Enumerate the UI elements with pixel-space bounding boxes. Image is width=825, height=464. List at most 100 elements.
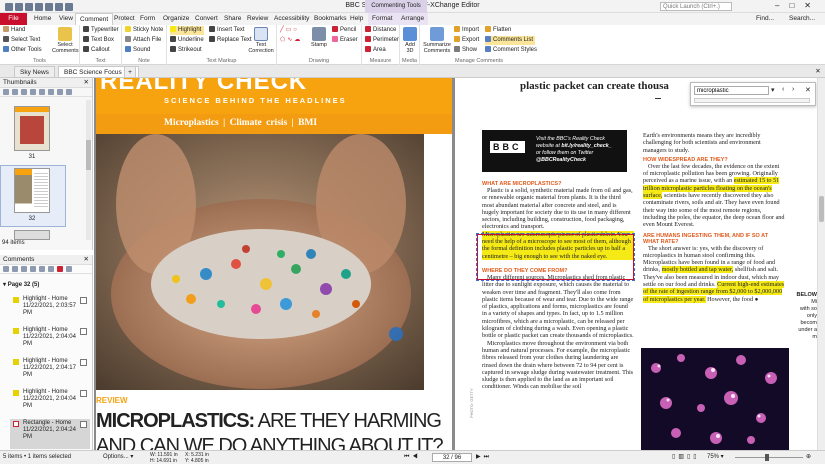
comments-list-button[interactable]: Comments List	[485, 36, 536, 45]
comment-item-1[interactable]: Highlight - Home 11/22/2021, 2:03:57 PM	[10, 295, 90, 325]
hand-tool[interactable]: Hand	[3, 26, 25, 35]
tab-help[interactable]: Help	[346, 13, 367, 25]
thumbnail-page-32[interactable]	[14, 168, 50, 213]
highlight-tool[interactable]: Highlight	[170, 26, 205, 35]
typewriter-tool[interactable]: Typewriter	[83, 26, 119, 35]
callout-tool[interactable]: Callout	[83, 46, 110, 55]
vertical-scrollbar[interactable]	[817, 78, 825, 450]
tab-home[interactable]: Home	[30, 13, 55, 25]
selection-frame[interactable]	[476, 233, 635, 281]
shape-tools-row2[interactable]: ⬠∿☁	[280, 36, 302, 45]
maximize-icon[interactable]: □	[789, 1, 804, 10]
text-box-tool[interactable]: Text Box	[83, 36, 114, 45]
tab-review[interactable]: Review	[243, 13, 272, 25]
tab-organize[interactable]: Organize	[159, 13, 193, 25]
document-view[interactable]: REALITY CHECK SCIENCE BEHIND THE HEADLIN…	[94, 78, 817, 450]
zoom-select[interactable]: 75% ▾	[707, 451, 724, 464]
quick-launch-input[interactable]: Quick Launch (Ctrl+.)	[660, 2, 732, 11]
comment-styles-button[interactable]: Comment Styles	[485, 46, 537, 55]
find-next-icon[interactable]: ›	[792, 86, 794, 93]
close-icon[interactable]: ✕	[804, 1, 821, 10]
tab-comment[interactable]: Comment	[75, 13, 114, 25]
comment-group-header[interactable]: ▾ Page 32 (5)	[3, 281, 39, 288]
page-nav-back[interactable]: ⏮◀	[404, 451, 421, 464]
thumbnail-scrollbar[interactable]	[86, 100, 91, 240]
highlight-bottled-water[interactable]: mostly bottled and tap water,	[661, 266, 734, 274]
export-button[interactable]: Export	[454, 36, 479, 45]
select-comments-button[interactable]: Select Comments	[52, 27, 79, 54]
scroll-thumb[interactable]	[819, 196, 824, 222]
page-number-input[interactable]: 32 / 96	[432, 453, 472, 462]
add-3d-button[interactable]: Add 3D	[402, 27, 418, 54]
pencil-tool[interactable]: Pencil	[332, 26, 356, 35]
comment-checkbox[interactable]	[80, 359, 87, 366]
thumbnail-toolbar[interactable]	[0, 88, 92, 97]
new-tab-button[interactable]: +	[124, 66, 136, 78]
close-document-icon[interactable]: ✕	[812, 66, 824, 78]
eraser-tool[interactable]: Eraser	[332, 36, 358, 45]
close-comments-icon[interactable]: ✕	[84, 255, 89, 265]
sound-tool[interactable]: Sound	[125, 46, 150, 55]
doc-tab-sky-news[interactable]: Sky News	[14, 66, 55, 78]
tab-format[interactable]: Format	[368, 13, 397, 25]
tab-arrange[interactable]: Arrange	[397, 13, 429, 25]
comment-item-3[interactable]: Highlight - Home 11/22/2021, 2:04:17 PM	[10, 357, 90, 387]
tab-file[interactable]: File	[0, 13, 27, 25]
shape-tools[interactable]: ╱▭○	[280, 26, 299, 35]
import-button[interactable]: Import	[454, 26, 479, 35]
summarize-comments-button[interactable]: Summarize Comments	[422, 27, 452, 54]
continuous-icon[interactable]: ▥	[678, 454, 687, 460]
page-nav-forward[interactable]: ▶⏭	[476, 451, 492, 464]
comment-checkbox[interactable]	[80, 297, 87, 304]
find-input[interactable]	[694, 86, 769, 95]
options-button[interactable]: Options... ▾	[103, 451, 133, 464]
tab-accessibility[interactable]: Accessibility	[270, 13, 313, 25]
tab-protect[interactable]: Protect	[110, 13, 139, 25]
comment-checkbox[interactable]	[80, 328, 87, 335]
close-panel-icon[interactable]: ✕	[84, 78, 89, 88]
comment-checkbox[interactable]	[80, 390, 87, 397]
text-correction-button[interactable]: Text Correction	[247, 27, 275, 54]
insert-text-tool[interactable]: Insert Text	[209, 26, 245, 35]
find-options-icon[interactable]: ▾	[771, 86, 775, 94]
last-page-icon[interactable]: ⏭	[484, 454, 492, 460]
previous-page-icon[interactable]: ◀	[412, 454, 420, 460]
find-previous-icon[interactable]: ‹	[782, 86, 784, 93]
window-controls[interactable]: –□✕	[775, 1, 821, 10]
two-page-icon[interactable]: ▯▯	[687, 454, 700, 460]
underline-tool[interactable]: Underline	[170, 36, 204, 45]
ellipse-icon[interactable]: ○	[293, 27, 299, 33]
tab-view[interactable]: View	[55, 13, 77, 25]
distance-tool[interactable]: Distance	[365, 26, 396, 35]
find-close-icon[interactable]: ✕	[805, 86, 811, 94]
view-mode-icons[interactable]: ▯▥▯▯	[672, 451, 700, 464]
replace-text-tool[interactable]: Replace Text	[209, 36, 252, 45]
sticky-note-tool[interactable]: Sticky Note	[125, 26, 163, 35]
comment-checkbox[interactable]	[80, 421, 87, 428]
tab-form[interactable]: Form	[136, 13, 159, 25]
comment-item-5[interactable]: Rectangle - Home 11/22/2021, 2:04:24 PM	[10, 419, 90, 449]
stamp-button[interactable]: Stamp	[310, 27, 328, 48]
cloud-icon[interactable]: ☁	[294, 37, 302, 43]
comments-toolbar[interactable]	[0, 265, 92, 274]
tab-share[interactable]: Share	[220, 13, 245, 25]
attach-file-tool[interactable]: Attach File	[125, 36, 161, 45]
search-button[interactable]: Search...	[785, 13, 819, 25]
zoom-slider[interactable]	[735, 454, 803, 461]
show-button[interactable]: Show	[454, 46, 477, 55]
minimize-icon[interactable]: –	[775, 1, 789, 10]
thumbnail-page-33[interactable]	[14, 230, 50, 240]
perimeter-tool[interactable]: Perimeter	[365, 36, 399, 45]
other-tools[interactable]: Other Tools	[3, 46, 42, 55]
tab-bookmarks[interactable]: Bookmarks	[310, 13, 351, 25]
zoom-in-icon[interactable]: ⊕	[806, 451, 811, 464]
area-tool[interactable]: Area	[365, 46, 386, 55]
tab-convert[interactable]: Convert	[191, 13, 222, 25]
comment-item-4[interactable]: Highlight - Home 11/22/2021, 2:04:04 PM	[10, 388, 90, 418]
find-button[interactable]: Find...	[752, 13, 778, 25]
thumbnail-page-31[interactable]	[14, 106, 50, 151]
zoom-slider-thumb[interactable]	[765, 454, 769, 461]
next-page-icon[interactable]: ▶	[476, 454, 484, 460]
flatten-button[interactable]: Flatten	[485, 26, 511, 35]
select-text-tool[interactable]: Select Text	[3, 36, 40, 45]
